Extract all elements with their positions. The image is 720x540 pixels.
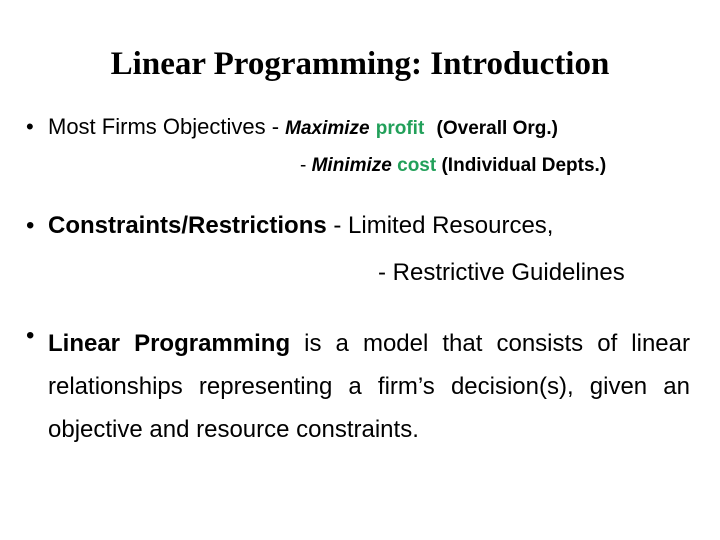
limited-resources-text: - Limited Resources, xyxy=(326,212,554,239)
individual-depts-scope: (Individual Depts.) xyxy=(441,155,607,176)
maximize-verb: Maximize xyxy=(285,118,370,139)
lp-term: Linear Programming xyxy=(48,330,291,357)
constraints-line: Constraints/Restrictions - Limited Resou… xyxy=(48,212,553,240)
constraints-term: Constraints/Restrictions xyxy=(48,212,327,239)
objectives-lead: Most Firms Objectives - xyxy=(48,114,286,139)
overall-org-scope: (Overall Org.) xyxy=(436,118,558,139)
profit-keyword: profit xyxy=(375,118,425,139)
minimize-dash: - xyxy=(300,155,312,176)
cost-keyword: cost xyxy=(397,155,437,176)
minimize-line: - Minimize cost (Individual Depts.) xyxy=(300,155,606,177)
bullet-icon: • xyxy=(26,322,35,349)
restrictive-guidelines-line: - Restrictive Guidelines xyxy=(378,259,625,286)
lp-definition-paragraph: Linear Programming is a model that consi… xyxy=(48,322,690,451)
bullet-icon: • xyxy=(26,114,34,139)
slide: Linear Programming: Introduction • Most … xyxy=(0,0,720,540)
slide-title: Linear Programming: Introduction xyxy=(110,46,610,82)
bullet-icon: • xyxy=(26,212,35,239)
minimize-verb: Minimize xyxy=(311,155,392,176)
objectives-line: Most Firms Objectives - Maximize profit … xyxy=(48,114,558,140)
